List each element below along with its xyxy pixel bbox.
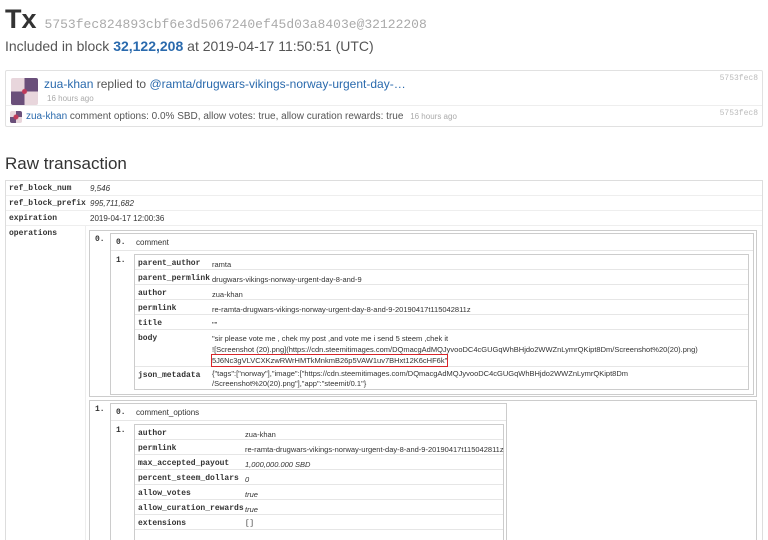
field-row: json_metadata {"tags":["norway"],"image"… <box>135 367 748 391</box>
reply-line: zua-khan replied to @ramta/drugwars-viki… <box>44 77 406 91</box>
operation-1: 1. 0. comment_options 1. author zua-khan… <box>89 400 757 540</box>
operation-index: 1. <box>95 405 105 414</box>
raw-transaction-title: Raw transaction <box>5 154 127 173</box>
author-link[interactable]: zua-khan <box>26 111 67 122</box>
field-key: parent_author <box>138 259 201 268</box>
field-row: allow_votes true <box>135 485 503 500</box>
field-key: body <box>138 334 158 343</box>
field-value: true <box>245 505 258 514</box>
field-value: "" <box>212 320 218 329</box>
field-value: 2019-04-17 12:00:36 <box>90 214 165 223</box>
operations-feed: zua-khan replied to @ramta/drugwars-viki… <box>5 70 763 127</box>
tx-header: Tx 5753fec824893cbf6e3d5067240ef45d03a84… <box>5 4 427 34</box>
operations-row: operations 0. 0. comment 1. parent_autho… <box>6 226 762 540</box>
field-value: 0 <box>245 475 250 484</box>
field-value: 995,711,682 <box>90 199 134 208</box>
field-key: percent_steem_dollars <box>138 474 239 483</box>
field-value: drugwars-vikings-norway-urgent-day-8-and… <box>212 275 362 284</box>
operation-id[interactable]: 5753fec8 <box>720 109 758 118</box>
raw-transaction-table: ref_block_num 9,546 ref_block_prefix 995… <box>5 180 763 540</box>
operation-0-content: 0. comment 1. parent_author ramta parent… <box>110 233 754 395</box>
op-type: comment <box>136 238 169 247</box>
body-index: 1. <box>116 256 126 265</box>
field-key: title <box>138 319 163 328</box>
comment-options-text: comment options: 0.0% SBD, allow votes: … <box>69 111 404 122</box>
ref-block-prefix-row: ref_block_prefix 995,711,682 <box>6 196 762 211</box>
field-value: [] <box>245 520 255 528</box>
field-key: extensions <box>138 519 187 528</box>
highlighted-body-line: 5J6Nc3gVLVCXKzwRWrHMTkMnkmB26p5VAW1uv7BH… <box>210 354 449 367</box>
field-key: max_accepted_payout <box>138 459 230 468</box>
type-index: 0. <box>116 238 126 247</box>
field-value: re-ramta-drugwars-vikings-norway-urgent-… <box>245 445 504 454</box>
timestamp: 16 hours ago <box>410 112 457 121</box>
field-key: parent_permlink <box>138 274 211 283</box>
block-link[interactable]: 32,122,208 <box>113 38 183 54</box>
field-row: title "" <box>135 315 748 330</box>
field-key: json_metadata <box>138 371 201 380</box>
avatar[interactable] <box>11 78 38 105</box>
field-row: body "sir please vote me , chek my post … <box>135 330 748 367</box>
op-type-row: 0. comment <box>111 234 753 251</box>
field-key: permlink <box>138 304 177 313</box>
op-type: comment_options <box>136 408 200 417</box>
field-value: ramta <box>212 260 232 269</box>
field-row: parent_permlink drugwars-vikings-norway-… <box>135 270 748 285</box>
field-key: permlink <box>138 444 177 453</box>
field-row: percent_steem_dollars 0 <box>135 470 503 485</box>
field-key: allow_votes <box>138 489 191 498</box>
parent-post-link[interactable]: @ramta/drugwars-vikings-norway-urgent-da… <box>149 77 405 91</box>
json-line: /Screenshot%20(20).png"],"app":"steemit/… <box>212 379 367 388</box>
field-row: author zua-khan <box>135 425 503 440</box>
comment-fields-table: parent_author ramta parent_permlink drug… <box>134 254 749 390</box>
operation-0: 0. 0. comment 1. parent_author ramta par… <box>89 230 757 397</box>
timestamp: 16 hours ago <box>47 94 94 103</box>
included-prefix: Included in block <box>5 38 110 54</box>
field-row: author zua-khan <box>135 285 748 300</box>
field-value: 1,000,000.000 SBD <box>245 460 311 469</box>
field-value: zua-khan <box>245 430 276 439</box>
reply-operation: zua-khan replied to @ramta/drugwars-viki… <box>6 71 762 106</box>
included-suffix: at 2019-04-17 11:50:51 (UTC) <box>187 38 374 54</box>
body-line: ![Screenshot (20).png](https://cdn.steem… <box>212 345 698 354</box>
field-value: 9,546 <box>90 184 111 193</box>
expiration-row: expiration 2019-04-17 12:00:36 <box>6 211 762 226</box>
body-line: "sir please vote me , chek my post ,and … <box>212 334 449 343</box>
field-key: author <box>138 289 167 298</box>
field-key: ref_block_prefix <box>9 199 86 208</box>
operations-key-cell <box>6 226 86 540</box>
field-key: expiration <box>9 214 58 223</box>
field-key: operations <box>9 229 58 238</box>
tx-hash: 5753fec824893cbf6e3d5067240ef45d03a8403e… <box>44 17 427 32</box>
op-type-row: 0. comment_options <box>111 404 506 421</box>
field-row: permlink re-ramta-drugwars-vikings-norwa… <box>135 300 748 315</box>
operation-id[interactable]: 5753fec8 <box>720 74 758 83</box>
included-in-block: Included in block 32,122,208 at 2019-04-… <box>5 38 374 54</box>
reply-verb: replied to <box>96 77 147 91</box>
field-row: extensions [] <box>135 515 503 530</box>
field-value: true <box>245 490 258 499</box>
operation-1-content: 0. comment_options 1. author zua-khan pe… <box>110 403 507 540</box>
comment-options-operation: zua-khan comment options: 0.0% SBD, allo… <box>26 111 457 122</box>
field-key: allow_curation_rewards <box>138 504 244 513</box>
field-row: permlink re-ramta-drugwars-vikings-norwa… <box>135 440 504 455</box>
ref-block-num-row: ref_block_num 9,546 <box>6 181 762 196</box>
body-index: 1. <box>116 426 126 435</box>
type-index: 0. <box>116 408 126 417</box>
field-row: parent_author ramta <box>135 255 748 270</box>
comment-options-fields-table: author zua-khan permlink re-ramta-drugwa… <box>134 424 504 540</box>
field-value: zua-khan <box>212 290 243 299</box>
field-key: author <box>138 429 167 438</box>
author-link[interactable]: zua-khan <box>44 77 93 91</box>
field-row: max_accepted_payout 1,000,000.000 SBD <box>135 455 503 470</box>
field-row: allow_curation_rewards true <box>135 500 503 515</box>
avatar[interactable] <box>10 111 22 123</box>
field-value: re-ramta-drugwars-vikings-norway-urgent-… <box>212 305 471 314</box>
operation-index: 0. <box>95 235 105 244</box>
page-title: Tx <box>5 4 37 34</box>
field-key: ref_block_num <box>9 184 72 193</box>
